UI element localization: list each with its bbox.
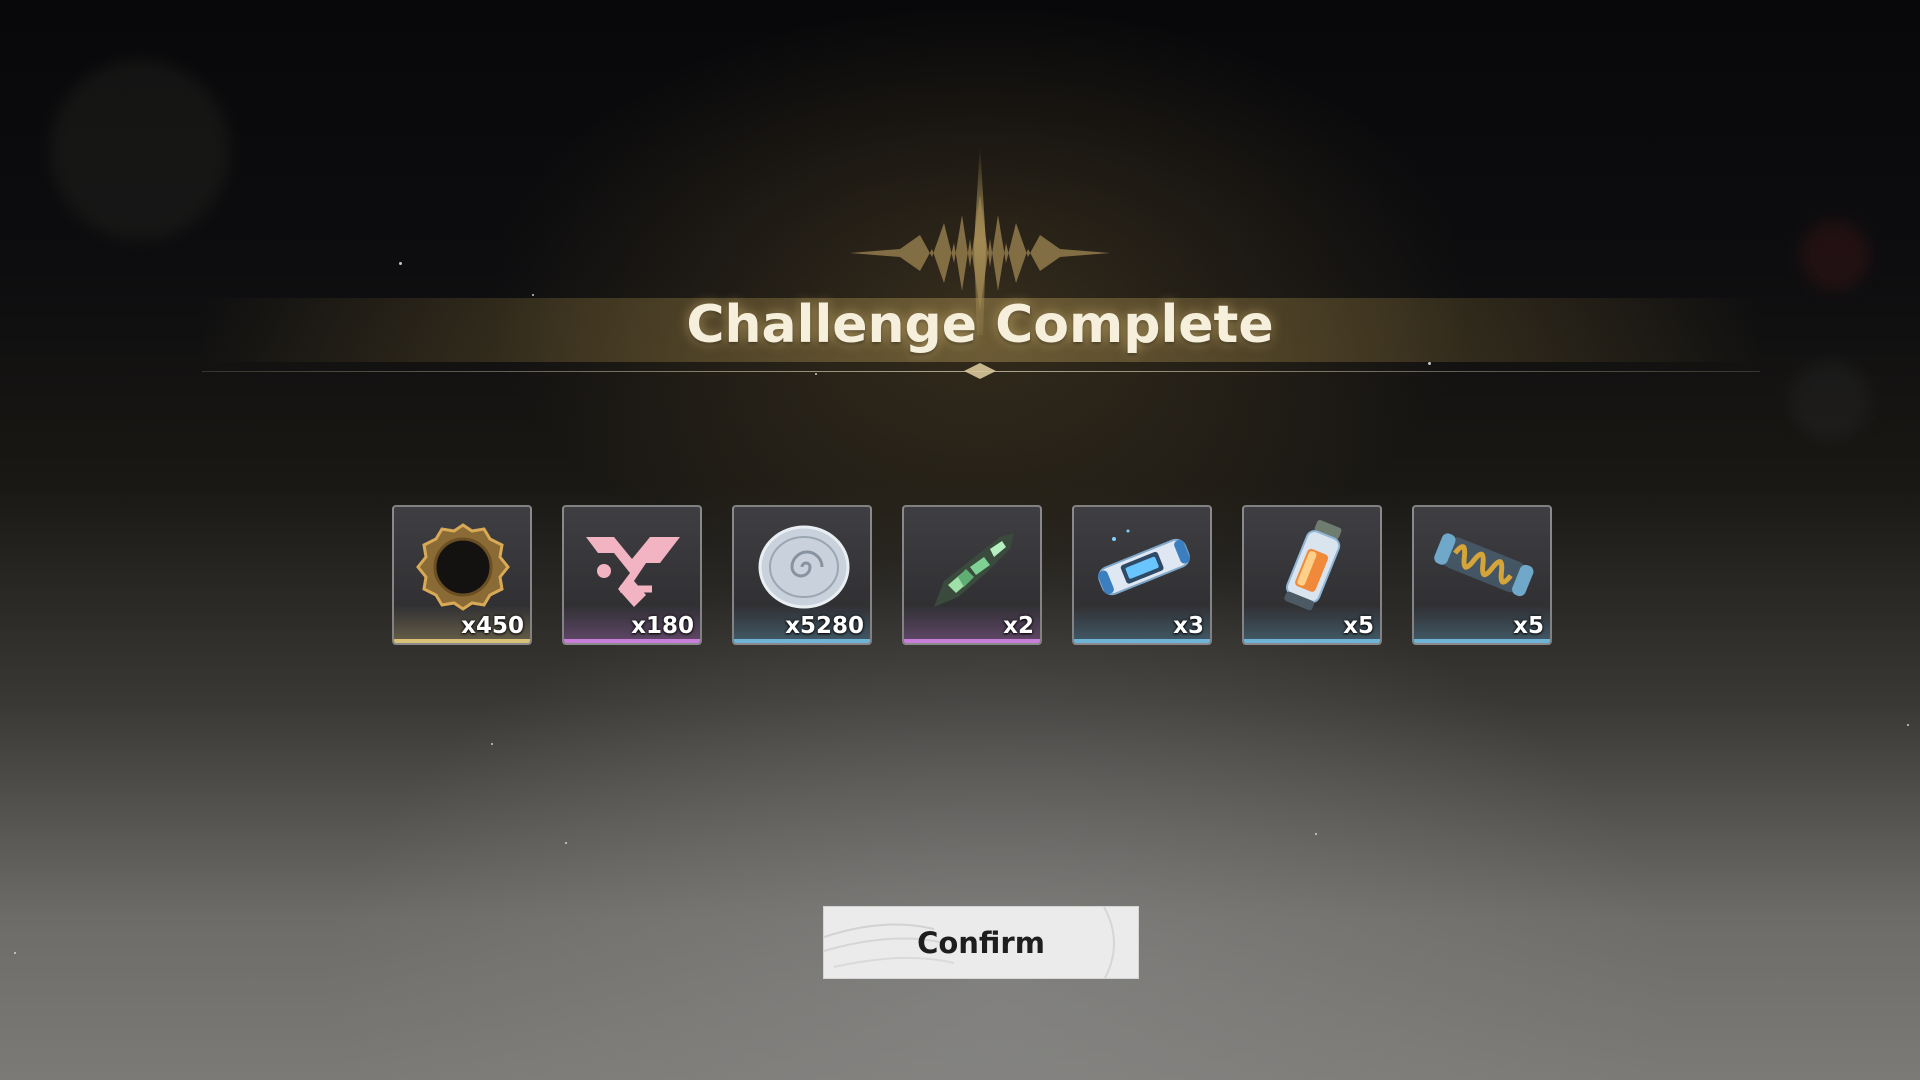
reward-item[interactable]: x2	[902, 505, 1042, 645]
page-title: Challenge Complete	[686, 295, 1274, 355]
reward-item[interactable]: x3	[1072, 505, 1212, 645]
pink-emblem-icon	[586, 537, 680, 607]
reward-quantity: x180	[631, 613, 694, 639]
rarity-bar	[1414, 639, 1550, 643]
reward-quantity: x2	[1003, 613, 1034, 639]
challenge-complete-screen: Challenge Complete x450 x180 x5280 x2 x3…	[0, 0, 1920, 1080]
reward-item[interactable]: x5280	[732, 505, 872, 645]
rarity-bar	[734, 639, 870, 643]
reward-quantity: x450	[461, 613, 524, 639]
sparkle	[565, 842, 567, 844]
sparkle	[815, 373, 817, 375]
blue-energy-capsule-icon	[1098, 529, 1190, 596]
confirm-button[interactable]: Confirm	[823, 906, 1139, 979]
dark-ring-icon	[416, 523, 510, 611]
sparkle	[14, 952, 16, 954]
sparkle	[1428, 362, 1431, 365]
background-minimap-blur	[50, 60, 230, 240]
reward-quantity: x5	[1343, 613, 1374, 639]
gold-coil-capsule-icon	[1434, 533, 1534, 597]
reward-quantity: x5	[1513, 613, 1544, 639]
rarity-bar	[564, 639, 700, 643]
reward-item[interactable]: x180	[562, 505, 702, 645]
challenge-emblem-icon	[850, 143, 1110, 379]
sparkle	[399, 262, 402, 265]
confirm-label: Confirm	[917, 925, 1045, 960]
sparkle	[491, 743, 493, 745]
rarity-bar	[394, 639, 530, 643]
silver-shell-coin-icon	[758, 525, 850, 609]
sparkle	[1315, 833, 1317, 835]
reward-item[interactable]: x450	[392, 505, 532, 645]
reward-quantity: x5280	[785, 613, 864, 639]
sparkle	[1907, 724, 1909, 726]
green-crystal-blade-icon	[934, 533, 1014, 607]
reward-quantity: x3	[1173, 613, 1204, 639]
rarity-bar	[904, 639, 1040, 643]
background-hud-blur	[1800, 220, 1870, 290]
reward-item[interactable]: x5	[1242, 505, 1382, 645]
reward-item[interactable]: x5	[1412, 505, 1552, 645]
orange-vial-icon	[1284, 520, 1342, 611]
background-hud-blur	[1790, 360, 1870, 440]
rarity-bar	[1244, 639, 1380, 643]
reward-list: x450 x180 x5280 x2 x3 x5 x5	[392, 505, 1552, 647]
rarity-bar	[1074, 639, 1210, 643]
